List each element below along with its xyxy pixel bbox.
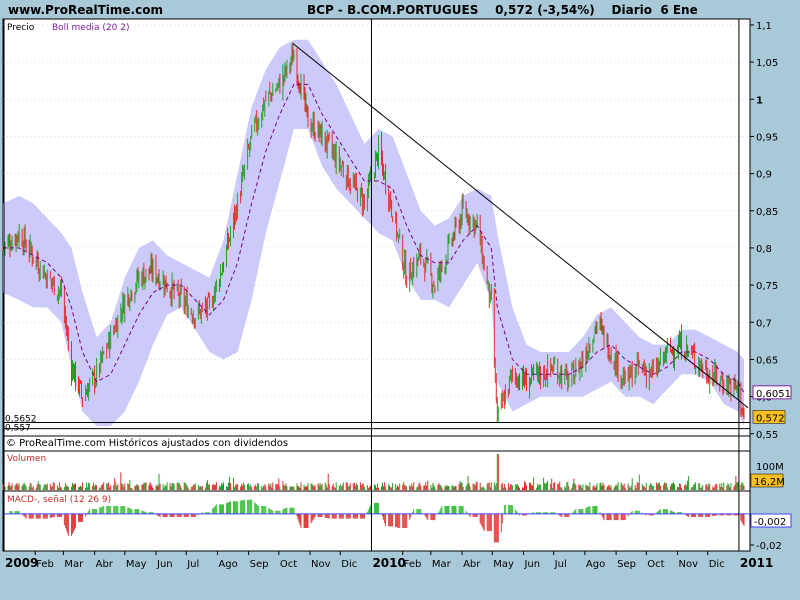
x-tick-label-16: May — [493, 559, 514, 570]
price-ytick-label-8: 0,7 — [756, 318, 772, 329]
x-tick-label-21: Oct — [647, 559, 664, 570]
legend-precio: Precio — [7, 23, 35, 33]
x-tick-label-12: 2010 — [372, 556, 405, 570]
x-tick-label-24: 2011 — [740, 556, 773, 570]
price-ytick-label-11: 0,55 — [756, 430, 778, 441]
x-tick-label-1: Feb — [36, 559, 54, 570]
macd-label: MACD-, señal (12 26 9) — [7, 495, 111, 505]
price-footer: © ProRealTime.com Históricos ajustados c… — [6, 437, 288, 449]
volume-last-value: 16,2M — [754, 477, 785, 488]
price-ytick-label-4: 0,9 — [756, 170, 772, 181]
x-tick-label-8: Sep — [250, 559, 269, 570]
x-tick-label-6: Jul — [186, 559, 199, 570]
x-tick-label-15: Abr — [463, 559, 481, 570]
macd-tick-label: -0,02 — [756, 541, 782, 552]
price-ytick-label-0: 1,1 — [756, 21, 772, 32]
macd-panel — [2, 490, 751, 552]
x-tick-label-20: Sep — [617, 559, 636, 570]
bollinger-last-value: 0,6051 — [756, 389, 791, 400]
x-tick-label-4: May — [126, 559, 147, 570]
x-tick-label-22: Nov — [679, 559, 699, 570]
x-tick-label-10: Nov — [311, 559, 331, 570]
price-last-values: 0,6051 0,572 — [752, 385, 792, 424]
macd-last-value: -0,002 — [754, 517, 786, 528]
x-tick-label-17: Jun — [523, 559, 540, 570]
x-tick-label-23: Dic — [709, 559, 725, 570]
x-tick-label-0: 2009 — [5, 556, 38, 570]
x-tick-label-2: Mar — [64, 559, 84, 570]
x-tick-label-7: Ago — [218, 559, 237, 570]
x-tick-label-18: Jul — [554, 559, 567, 570]
legend-boll: Boll media (20 2) — [52, 23, 130, 33]
x-tick-label-5: Jun — [156, 559, 173, 570]
volume-label: Volumen — [7, 454, 46, 464]
price-ytick-label-3: 0,95 — [756, 132, 778, 143]
price-ytick-label-9: 0,65 — [756, 355, 778, 366]
price-last-value: 0,572 — [756, 413, 785, 424]
price-ytick-label-5: 0,85 — [756, 207, 778, 218]
x-tick-label-14: Mar — [432, 559, 452, 570]
x-tick-label-13: Feb — [404, 559, 422, 570]
x-tick-label-9: Oct — [280, 559, 297, 570]
price-ytick-label-7: 0,75 — [756, 281, 778, 292]
price-ytick-label-6: 0,8 — [756, 244, 772, 255]
x-tick-label-3: Abr — [96, 559, 114, 570]
x-tick-label-11: Dic — [341, 559, 357, 570]
chart-svg: 0,56520,557 © ProRealTime.com Históricos… — [2, 18, 792, 570]
volume-tick-100m: 100M — [756, 462, 784, 473]
price-ytick-label-1: 1,05 — [756, 58, 778, 69]
price-ytick-label-2: 1 — [756, 95, 763, 106]
level-label-1: 0,557 — [5, 424, 31, 434]
price-y-axis: 1,11,0510,950,90,850,80,750,70,650,60,55 — [750, 21, 778, 441]
x-tick-label-19: Ago — [586, 559, 605, 570]
